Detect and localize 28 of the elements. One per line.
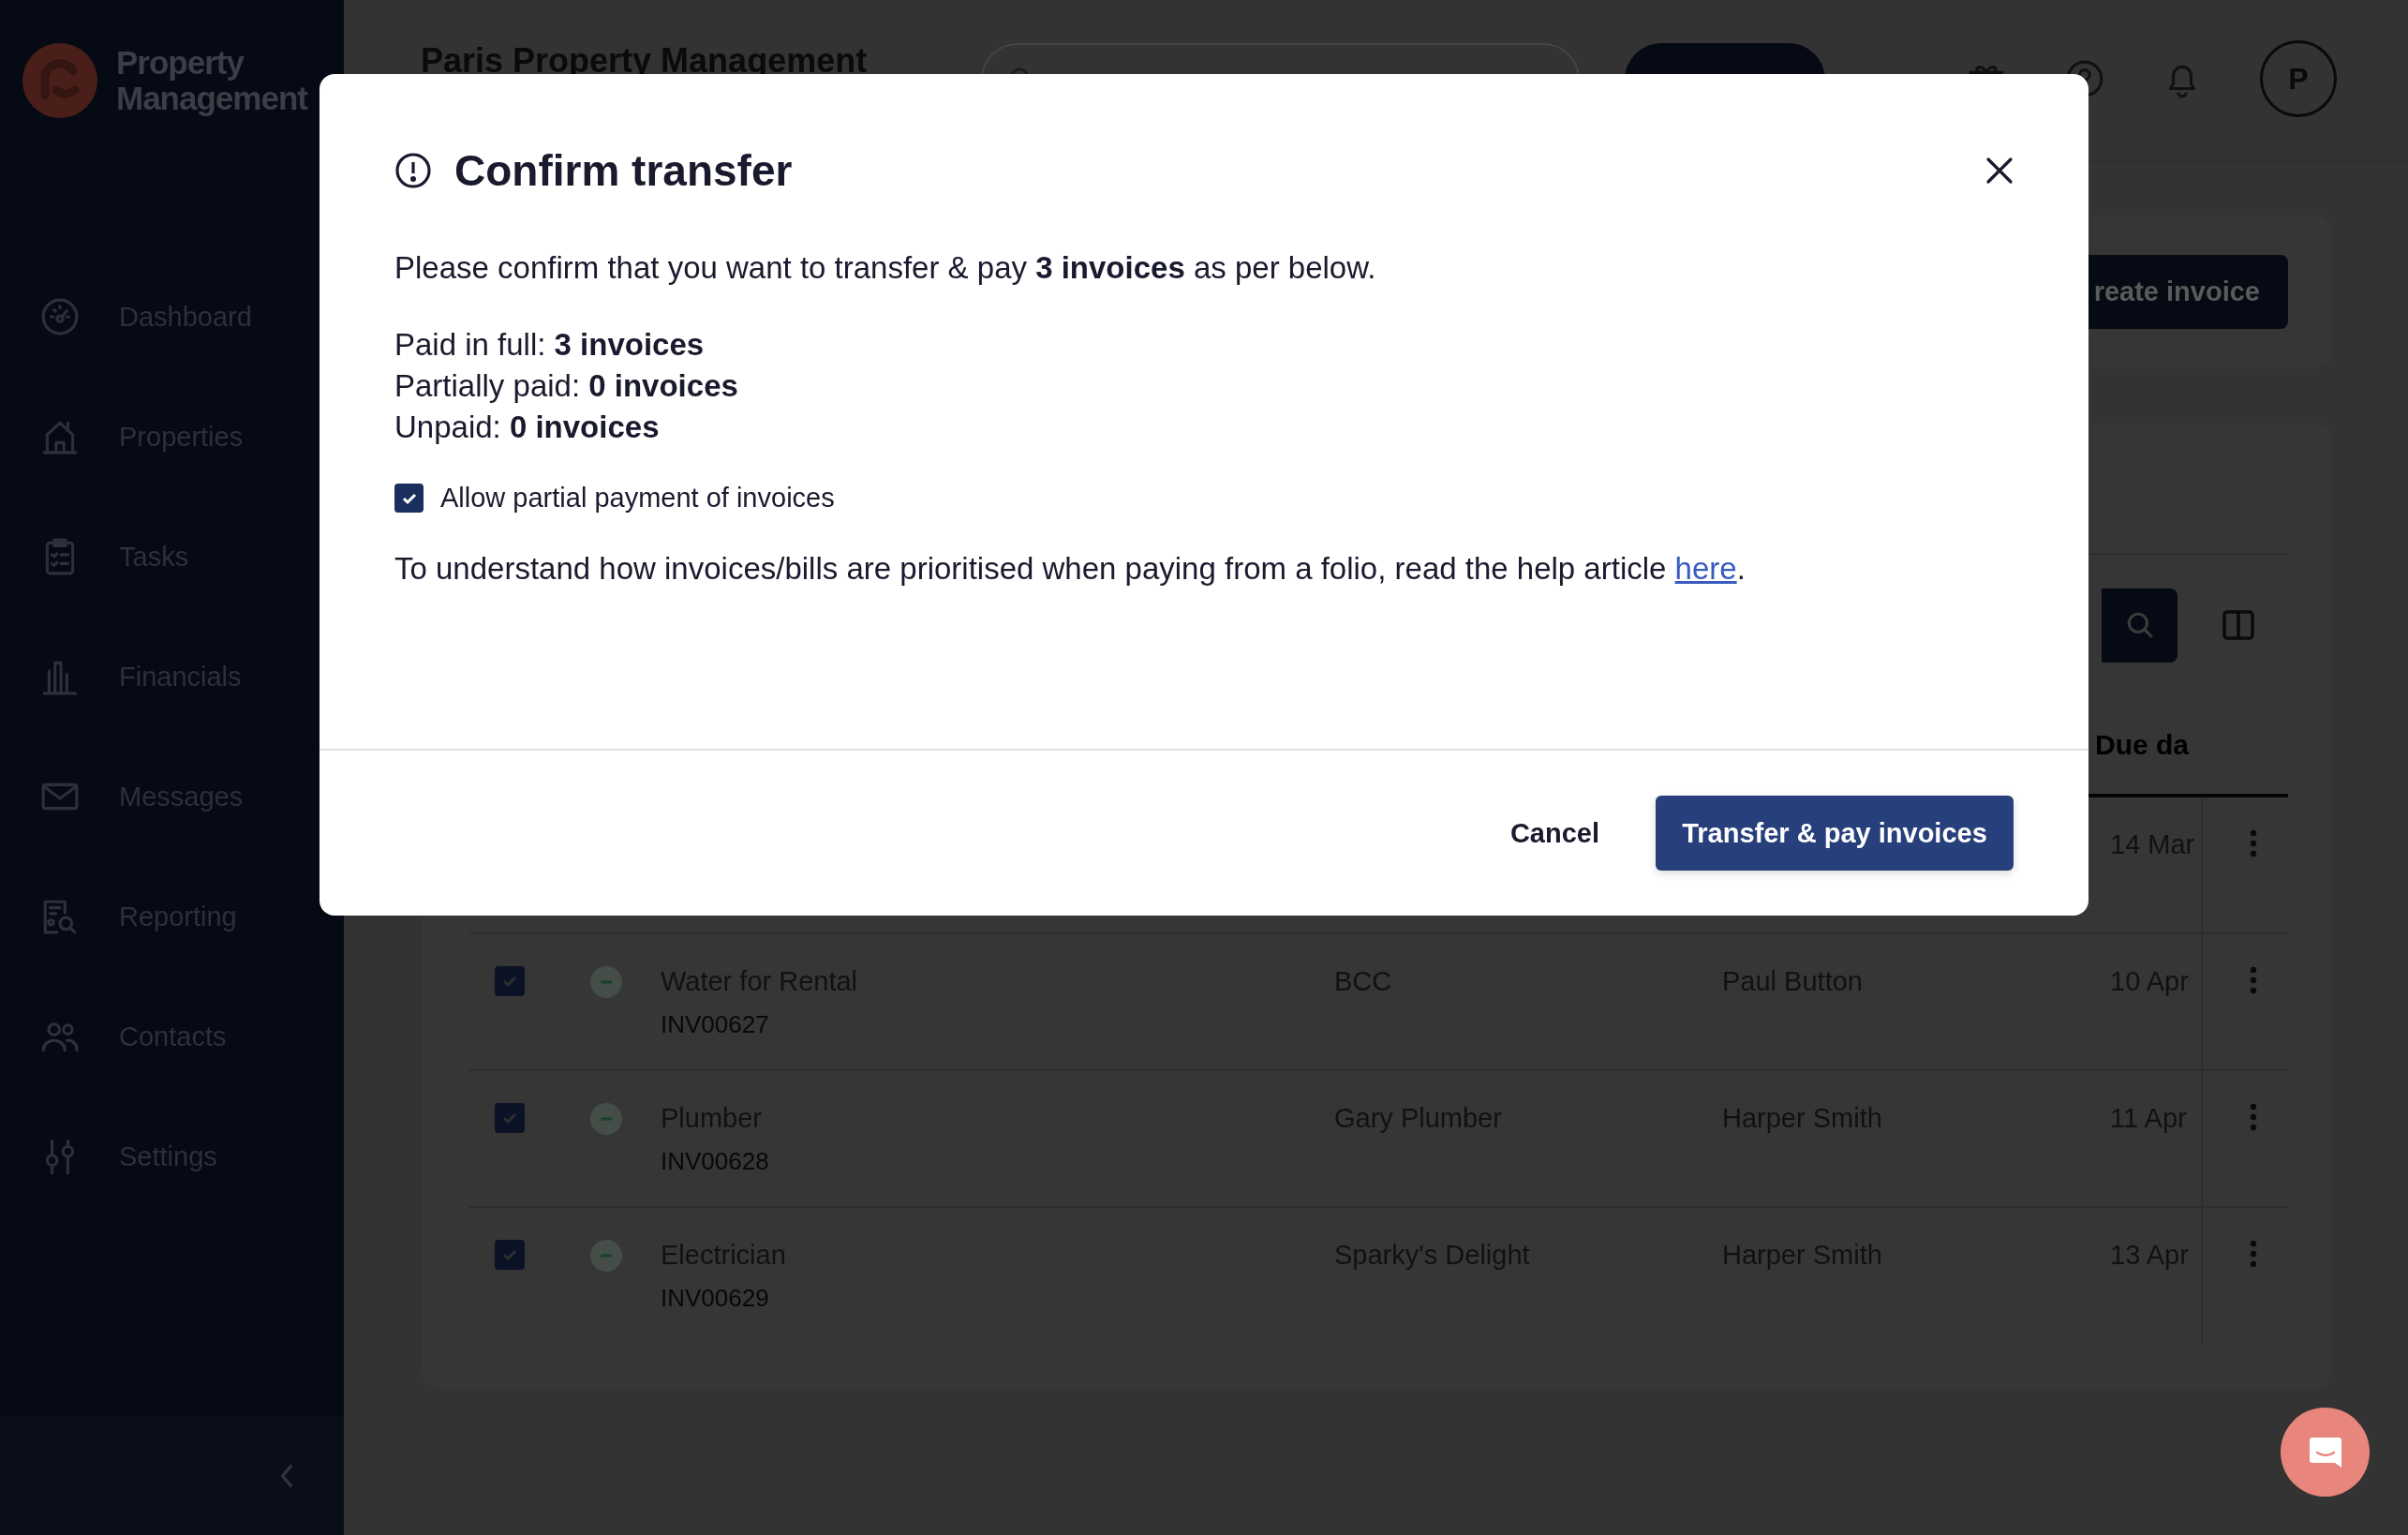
row-checkbox[interactable]: [495, 1240, 525, 1270]
checkbox-label: Allow partial payment of invoices: [440, 483, 835, 514]
row-checkbox[interactable]: [495, 1103, 525, 1133]
summary-line: Partially paid: 0 invoices: [394, 368, 739, 404]
more-icon[interactable]: [2249, 966, 2258, 994]
cancel-button[interactable]: Cancel: [1506, 810, 1603, 857]
more-icon[interactable]: [2249, 1103, 2258, 1131]
columns-icon[interactable]: [2222, 609, 2254, 641]
help-link[interactable]: here: [1674, 551, 1737, 586]
more-icon[interactable]: [2249, 829, 2258, 857]
summary-line: Unpaid: 0 invoices: [394, 410, 661, 445]
checkbox[interactable]: [394, 484, 424, 513]
gauge-icon: [40, 297, 80, 336]
confirm-button[interactable]: Transfer & pay invoices: [1656, 796, 2014, 871]
chevron-left-icon[interactable]: [278, 1463, 295, 1488]
alert-icon: [394, 152, 432, 189]
help-text: To understand how invoices/bills are prioritised when paying from a folio, read the help article here.: [394, 551, 1747, 587]
row-checkbox[interactable]: [495, 966, 525, 996]
status-icon: [589, 966, 622, 998]
more-icon[interactable]: [2249, 1240, 2258, 1268]
summary-line: Paid in full: 3 invoices: [394, 327, 706, 363]
intro-text: Please confirm that you want to transfer & pay 3 invoices as per below.: [394, 250, 1377, 286]
dialog-title: Confirm transfer: [454, 145, 794, 196]
close-icon[interactable]: [1985, 156, 2014, 185]
logo-icon: [22, 43, 97, 118]
status-icon: [589, 1240, 622, 1272]
search-button[interactable]: [2102, 588, 2178, 663]
status-icon: [589, 1103, 622, 1135]
